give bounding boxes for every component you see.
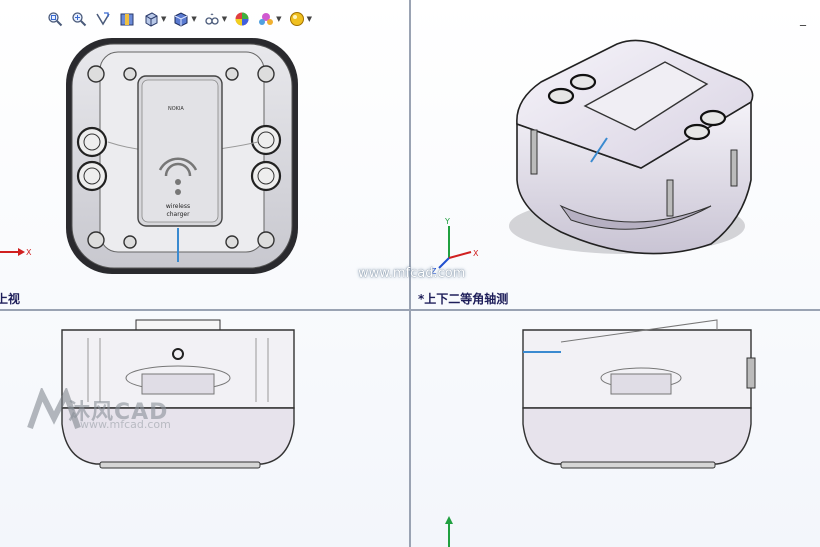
chevron-down-icon[interactable]: ▼ [307,15,312,23]
card-text-line1: wireless [166,203,190,210]
heads-up-view-toolbar: ▼ ▼ ▼ ▼ ▼ [44,8,314,30]
apply-scene-icon [259,13,274,25]
edit-appearance-icon [235,12,249,26]
view-orientation-icon [145,12,158,27]
logo-watermark-url: www.mfcad.com [80,418,171,431]
viewport-label-isometric: *上下二等角轴测 [418,292,509,306]
apply-scene-button[interactable] [255,9,277,29]
zoom-to-area-icon [72,12,87,27]
graphics-area[interactable]: ▼ ▼ ▼ ▼ ▼ _ NOKIA wireless charger X 上视 … [0,0,820,547]
minimize-button[interactable]: _ [800,12,806,26]
right-view-model[interactable] [411,312,819,547]
isometric-view-model[interactable]: Y X Z [411,30,819,280]
display-style-icon [174,12,188,27]
zoom-to-fit-button[interactable] [44,9,66,29]
watermark-url: www.mfcad.com [358,266,466,281]
chevron-down-icon[interactable]: ▼ [276,15,281,23]
y-axis-label: Y [444,217,450,226]
section-view-icon [120,13,134,26]
top-view-model[interactable]: NOKIA wireless charger X [0,30,408,280]
chevron-down-icon[interactable]: ▼ [161,15,166,23]
view-settings-icon [289,12,304,26]
zoom-to-fit-icon [48,12,63,27]
card-text-line2: charger [166,211,190,218]
edit-appearance-button[interactable] [231,9,253,29]
section-view-button[interactable] [116,9,138,29]
display-style-button[interactable] [170,9,192,29]
chevron-down-icon[interactable]: ▼ [222,15,227,23]
zoom-to-area-button[interactable] [68,9,90,29]
hide-show-items-button[interactable] [201,9,223,29]
card-brand-text: NOKIA [168,106,184,112]
x-axis-label: X [26,248,32,257]
view-settings-button[interactable] [286,9,308,29]
x-axis-label: X [473,249,479,258]
previous-view-icon [96,12,110,26]
view-orientation-button[interactable] [140,9,162,29]
chevron-down-icon[interactable]: ▼ [191,15,196,23]
viewport-label-top: 上视 [0,292,21,306]
hide-show-items-icon [205,13,219,25]
viewport-divider-horizontal[interactable] [0,309,820,311]
previous-view-button[interactable] [92,9,114,29]
